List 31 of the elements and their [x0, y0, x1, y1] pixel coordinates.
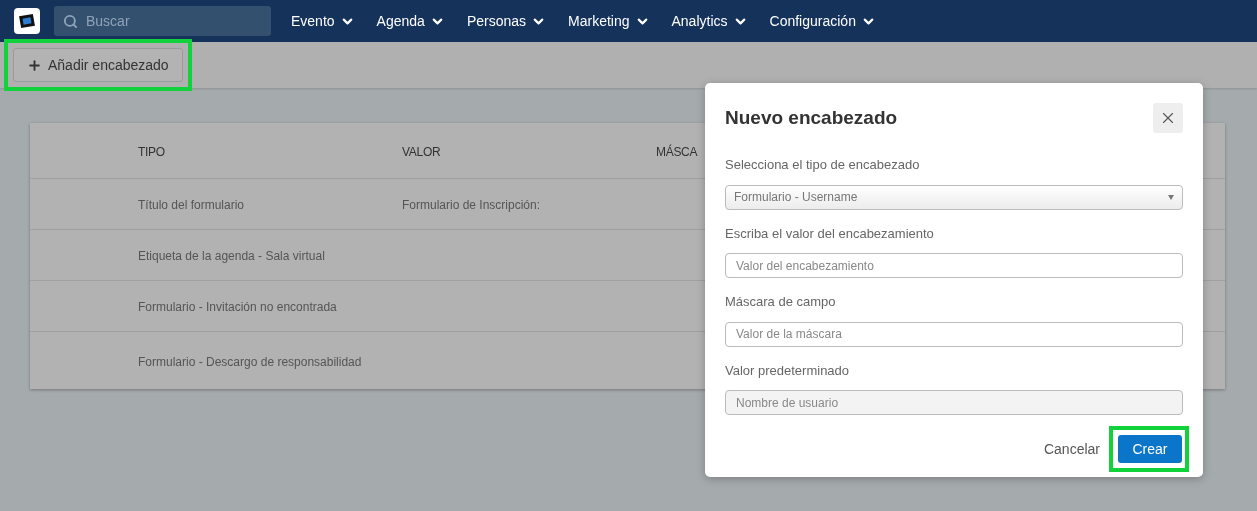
nav-menu[interactable]: Configuración [769, 10, 876, 32]
text-field[interactable]: Valor de la máscara [725, 321, 1183, 347]
text-field[interactable]: Valor del encabezamiento [725, 253, 1183, 278]
close-button[interactable] [1153, 103, 1183, 133]
plus-icon [27, 57, 42, 73]
column-header: MÁSCA [656, 144, 698, 159]
column-header: TIPO [138, 144, 165, 159]
field-label: Escriba el valor del encabezamiento [725, 224, 935, 243]
logo-icon[interactable] [14, 8, 40, 34]
field-label: Selecciona el tipo de encabezado [725, 156, 921, 174]
field-label: Valor predeterminado [725, 361, 851, 380]
create-button[interactable]: Crear [1118, 435, 1182, 463]
nav-menu[interactable]: Analytics [671, 10, 748, 32]
table-cell: Etiqueta de la agenda - Sala virtual [138, 249, 325, 263]
table-cell: Formulario de Inscripción: [402, 198, 541, 212]
search-field[interactable]: Buscar [54, 6, 271, 36]
table-cell: Título del formulario [138, 198, 245, 212]
nav-menu[interactable]: Agenda [376, 10, 445, 32]
add-heading-button[interactable]: Añadir encabezado [13, 48, 183, 82]
table-cell: Formulario - Invitación no encontrada [138, 300, 337, 314]
dropdown-arrow-icon [1168, 194, 1174, 200]
column-header: VALOR [402, 144, 441, 159]
nav-menu[interactable]: Personas [466, 10, 547, 32]
search-icon [63, 14, 78, 29]
dialog-title: Nuevo encabezado [725, 105, 898, 130]
table-cell: Formulario - Descargo de responsabilidad [138, 354, 362, 369]
field-label: Máscara de campo [725, 293, 837, 311]
cancel-button[interactable]: Cancelar [1043, 438, 1100, 460]
nav-menu[interactable]: Evento [291, 10, 355, 32]
nav-menu[interactable]: Marketing [568, 10, 650, 32]
type-select[interactable]: Formulario - Username [725, 184, 1183, 210]
